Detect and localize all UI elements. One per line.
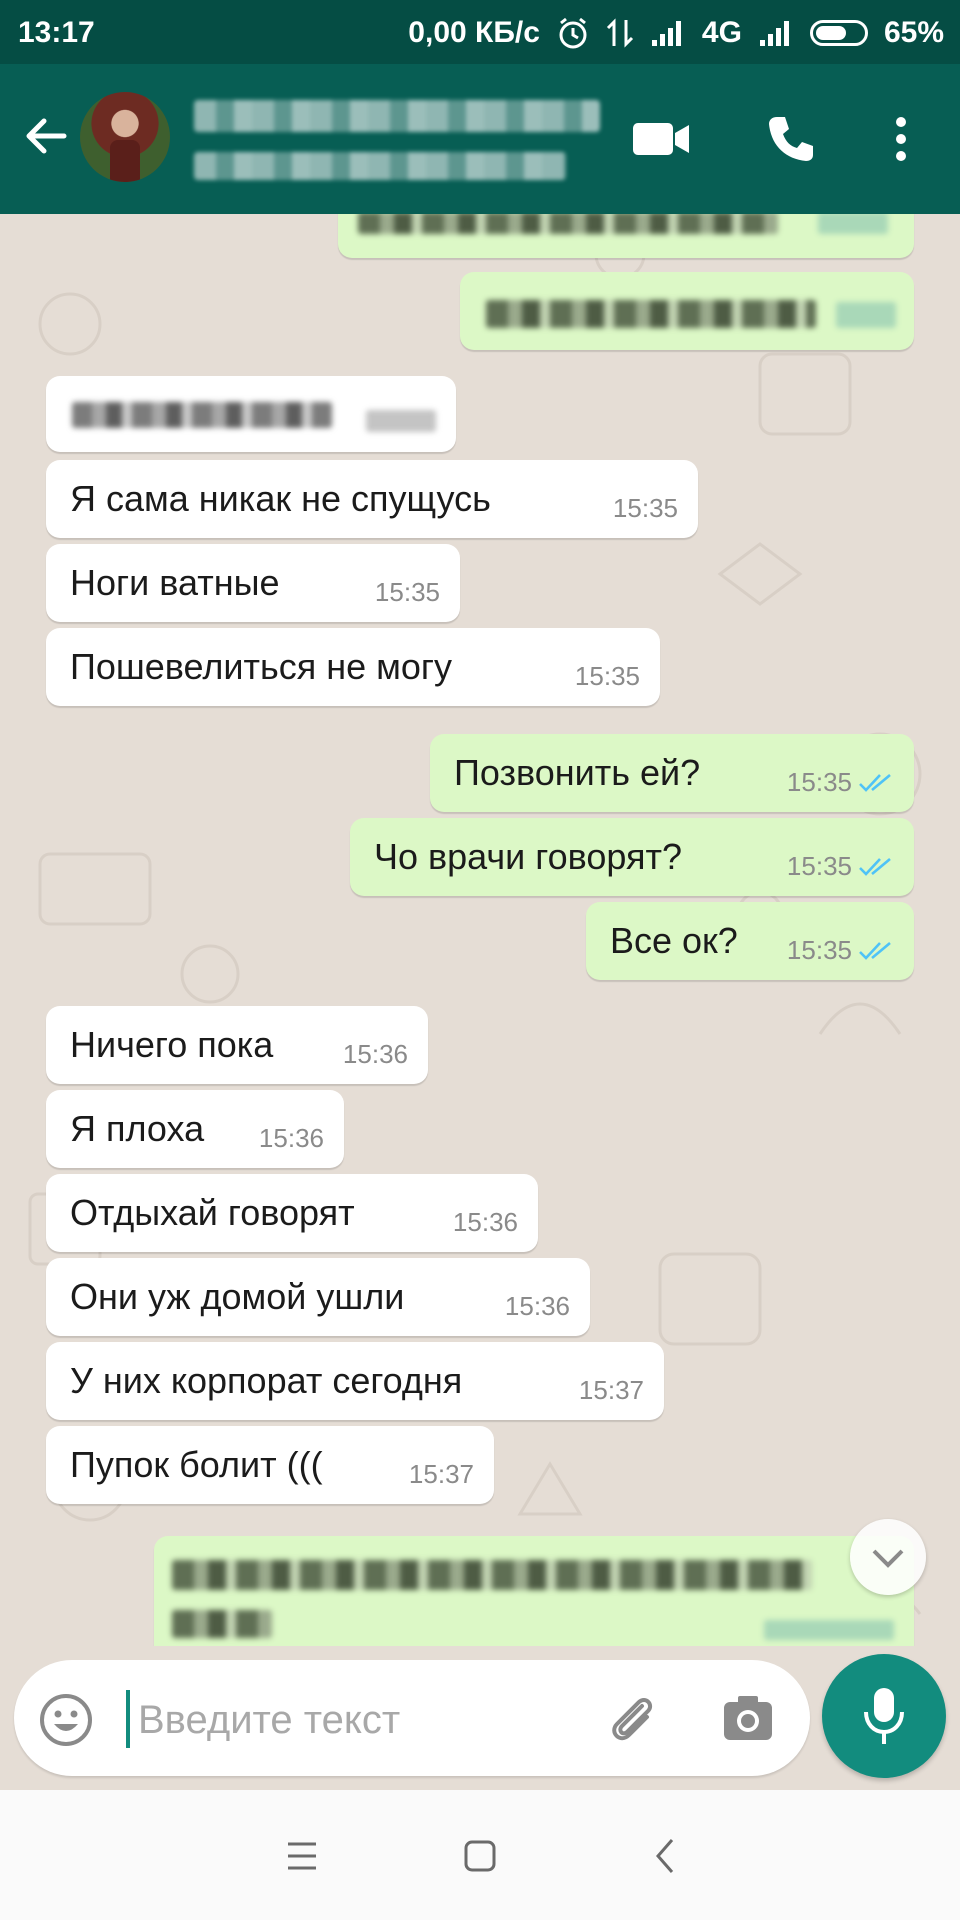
more-options-icon — [896, 117, 906, 161]
incoming-message[interactable]: Я плоха 15:36 — [46, 1090, 344, 1168]
network-type: 4G — [701, 16, 742, 49]
alarm-icon — [559, 17, 587, 49]
incoming-message[interactable]: Они уж домой ушли 15:36 — [46, 1258, 590, 1336]
message-time: 15:35 — [786, 935, 852, 965]
back-icon[interactable] — [634, 1824, 698, 1888]
message-meta: 15:35 — [375, 577, 440, 608]
home-icon[interactable] — [448, 1824, 512, 1888]
message-meta: 15:36 — [259, 1123, 324, 1154]
incoming-message[interactable]: Пупок болит ((( 15:37 — [46, 1426, 494, 1504]
message-text: Отдыхай говорят — [70, 1192, 355, 1233]
message-meta: 15:37 — [409, 1459, 474, 1490]
status-right: 0,00 КБ/с 4G 65% — [408, 16, 944, 50]
video-call-icon — [633, 123, 689, 155]
message-meta: 15:35 — [613, 493, 678, 524]
message-time: 15:35 — [786, 851, 852, 881]
outgoing-message[interactable]: Позвонить ей? 15:35 — [430, 734, 914, 812]
message-list[interactable]: Я сама никак не спущусь 15:35 Ноги ватные 1… — [0, 214, 960, 1646]
read-receipt-icon — [859, 773, 891, 792]
incoming-message[interactable]: У них корпорат сегодня 15:37 — [46, 1342, 664, 1420]
message-time: 15:35 — [612, 493, 678, 523]
outgoing-message[interactable]: Все ок? 15:35 — [586, 902, 914, 980]
signal-icon — [759, 21, 789, 46]
contact-name-redacted[interactable] — [194, 100, 600, 132]
message-meta: 15:35 — [787, 851, 894, 882]
voice-record-button[interactable] — [822, 1654, 946, 1778]
battery-percent: 65% — [883, 16, 944, 49]
signal-icon — [651, 21, 681, 46]
message-input[interactable] — [136, 1690, 580, 1750]
chevron-down-icon — [872, 1549, 904, 1568]
battery-icon — [809, 20, 868, 46]
data-arrows-icon — [606, 18, 633, 48]
more-options-button[interactable] — [866, 104, 936, 174]
back-arrow-icon[interactable] — [18, 108, 74, 164]
contact-status-redacted — [194, 152, 566, 180]
message-meta: 15:36 — [343, 1039, 408, 1070]
message-bubble-redacted[interactable] — [154, 1536, 914, 1646]
message-text: У них корпорат сегодня — [70, 1360, 463, 1401]
status-bar: 13:17 0,00 КБ/с 4G 65% — [0, 0, 960, 64]
message-text: Пошевелиться не могу — [70, 646, 453, 687]
message-meta: 15:36 — [505, 1291, 570, 1322]
voice-call-icon — [769, 117, 813, 161]
network-speed: 0,00 КБ/с — [408, 16, 540, 49]
chat-header — [0, 64, 960, 214]
message-time: 15:37 — [408, 1459, 474, 1489]
message-text: Чо врачи говорят? — [374, 836, 682, 877]
menu-icon[interactable] — [270, 1824, 334, 1888]
emoji-icon[interactable] — [38, 1692, 94, 1748]
system-nav-bar — [0, 1790, 960, 1920]
message-time: 15:36 — [452, 1207, 518, 1237]
incoming-message[interactable]: Ничего пока 15:36 — [46, 1006, 428, 1084]
message-time: 15:35 — [574, 661, 640, 691]
message-meta: 15:35 — [575, 661, 640, 692]
microphone-icon — [864, 1688, 904, 1744]
read-receipt-icon — [859, 941, 891, 960]
message-text: Они уж домой ушли — [70, 1276, 405, 1317]
message-bubble-redacted[interactable] — [460, 272, 914, 350]
incoming-message[interactable]: Я сама никак не спущусь 15:35 — [46, 460, 698, 538]
scroll-to-bottom-button[interactable] — [850, 1519, 926, 1595]
camera-icon[interactable] — [720, 1690, 776, 1746]
message-text: Ноги ватные — [70, 562, 280, 603]
message-bubble-redacted[interactable] — [46, 376, 456, 452]
message-time: 15:35 — [786, 767, 852, 797]
voice-call-button[interactable] — [756, 104, 826, 174]
outgoing-message[interactable]: Чо врачи говорят? 15:35 — [350, 818, 914, 896]
message-text: Позвонить ей? — [454, 752, 701, 793]
message-text: Пупок болит ((( — [70, 1444, 323, 1485]
message-text: Все ок? — [610, 920, 738, 961]
message-bubble-redacted[interactable] — [338, 214, 914, 258]
incoming-message[interactable]: Пошевелиться не могу 15:35 — [46, 628, 660, 706]
message-meta: 15:37 — [579, 1375, 644, 1406]
read-receipt-icon — [859, 857, 891, 876]
message-text: Я сама никак не спущусь — [70, 478, 491, 519]
message-time: 15:37 — [578, 1375, 644, 1405]
text-cursor — [126, 1690, 130, 1748]
message-time: 15:36 — [258, 1123, 324, 1153]
contact-avatar[interactable] — [80, 92, 170, 182]
video-call-button[interactable] — [626, 104, 696, 174]
message-text: Я плоха — [70, 1108, 205, 1149]
message-time: 15:35 — [374, 577, 440, 607]
incoming-message[interactable]: Отдыхай говорят 15:36 — [46, 1174, 538, 1252]
message-time: 15:36 — [342, 1039, 408, 1069]
message-meta: 15:36 — [453, 1207, 518, 1238]
message-time: 15:36 — [504, 1291, 570, 1321]
message-meta: 15:35 — [787, 935, 894, 966]
message-meta: 15:35 — [787, 767, 894, 798]
incoming-message[interactable]: Ноги ватные 15:35 — [46, 544, 460, 622]
status-time: 13:17 — [18, 16, 95, 49]
message-text: Ничего пока — [70, 1024, 274, 1065]
attach-icon[interactable] — [604, 1690, 660, 1746]
message-composer — [14, 1660, 810, 1776]
